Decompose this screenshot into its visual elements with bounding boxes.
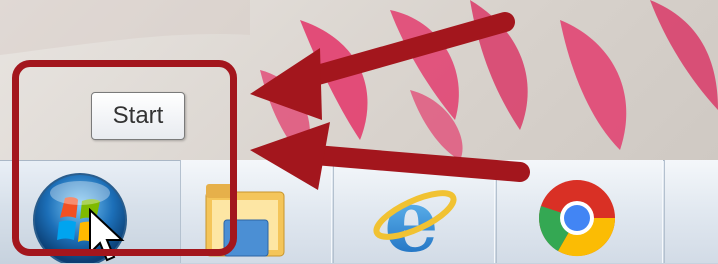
annotation-arrows xyxy=(250,12,530,190)
annotation-arrow-lower xyxy=(250,122,530,190)
annotation-arrow-upper xyxy=(250,12,515,120)
